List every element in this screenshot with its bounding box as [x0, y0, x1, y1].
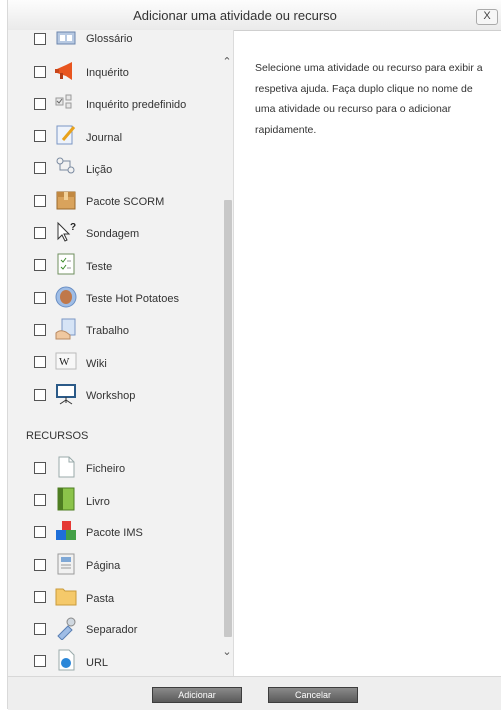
- item-label: Inquérito: [86, 67, 129, 79]
- list-item[interactable]: W Wiki: [8, 347, 223, 377]
- radio-option[interactable]: [34, 324, 46, 336]
- folder-icon: [55, 588, 77, 606]
- list-item[interactable]: Livro: [8, 485, 223, 515]
- add-button[interactable]: Adicionar: [152, 687, 242, 703]
- lesson-icon: [56, 157, 75, 174]
- item-label: Wiki: [86, 358, 107, 370]
- radio-option[interactable]: [34, 591, 46, 603]
- item-label: Glossário: [86, 33, 133, 45]
- radio-option[interactable]: [34, 623, 46, 635]
- list-item[interactable]: Página: [8, 550, 223, 580]
- svg-text:W: W: [59, 356, 70, 368]
- chevron-up-icon[interactable]: ⌃: [221, 55, 233, 68]
- item-label: Lição: [86, 164, 113, 176]
- item-label: Pacote SCORM: [86, 196, 165, 208]
- radio-option[interactable]: [34, 462, 46, 474]
- module-list-pane[interactable]: Glossário Inquérito Inquérito predefinid…: [8, 30, 234, 676]
- ims-package-icon: [56, 521, 76, 540]
- file-icon: [58, 456, 75, 478]
- scrollbar-thumb[interactable]: [224, 200, 232, 637]
- help-text: Selecione uma atividade ou recurso para …: [255, 62, 483, 136]
- radio-option[interactable]: [34, 494, 46, 506]
- list-item[interactable]: Teste: [8, 250, 223, 280]
- list-item[interactable]: Lição: [8, 153, 223, 183]
- glossary-icon: [56, 31, 76, 45]
- item-label: Ficheiro: [86, 463, 126, 475]
- list-item[interactable]: Ficheiro: [8, 453, 223, 483]
- list-item[interactable]: Pacote SCORM: [8, 186, 223, 216]
- list-item[interactable]: Journal: [8, 121, 223, 151]
- radio-option[interactable]: [34, 259, 46, 271]
- item-label: Teste Hot Potatoes: [86, 293, 179, 305]
- workshop-icon: [56, 384, 76, 405]
- list-item[interactable]: Teste Hot Potatoes: [8, 283, 223, 313]
- list-item[interactable]: Inquérito predefinido: [8, 89, 223, 119]
- item-label: Sondagem: [86, 228, 140, 240]
- dialog-title: Adicionar uma atividade ou recurso: [133, 8, 337, 23]
- list-item[interactable]: Glossário: [8, 30, 223, 54]
- item-label: Journal: [86, 132, 123, 144]
- radio-option[interactable]: [34, 227, 46, 239]
- book-icon: [57, 487, 75, 511]
- item-label: Pasta: [86, 593, 115, 605]
- list-item[interactable]: Inquérito: [8, 57, 223, 87]
- close-button[interactable]: X: [476, 9, 498, 25]
- item-label: Inquérito predefinido: [86, 99, 187, 111]
- radio-option[interactable]: [34, 33, 46, 45]
- scorm-package-icon: [56, 191, 76, 210]
- hotpotatoes-icon: [55, 286, 77, 308]
- item-label: Teste: [86, 261, 113, 273]
- radio-option[interactable]: [34, 389, 46, 401]
- chevron-down-icon[interactable]: ⌄: [221, 645, 233, 658]
- item-label: URL: [86, 657, 109, 669]
- megaphone-icon: [55, 62, 72, 80]
- list-item[interactable]: Trabalho: [8, 315, 223, 345]
- list-item[interactable]: Pasta: [8, 582, 223, 612]
- item-label: Separador: [86, 624, 138, 636]
- journal-icon: [56, 125, 76, 145]
- radio-option[interactable]: [34, 655, 46, 667]
- radio-option[interactable]: [34, 98, 46, 110]
- item-label: Pacote IMS: [86, 527, 143, 539]
- list-item[interactable]: URL: [8, 646, 223, 676]
- radio-option[interactable]: [34, 356, 46, 368]
- section-header-resources: RECURSOS: [26, 430, 89, 442]
- radio-option[interactable]: [34, 130, 46, 142]
- assignment-icon: [55, 318, 76, 340]
- label-icon: [57, 617, 76, 640]
- page-icon: [57, 553, 75, 575]
- list-item[interactable]: Separador: [8, 614, 223, 644]
- item-label: Trabalho: [86, 325, 130, 337]
- url-icon: [58, 649, 75, 671]
- cancel-button[interactable]: Cancelar: [268, 687, 358, 703]
- radio-option[interactable]: [34, 559, 46, 571]
- quiz-icon: [57, 253, 75, 275]
- list-item[interactable]: Pacote IMS: [8, 517, 223, 547]
- list-item[interactable]: Workshop: [8, 380, 223, 410]
- item-label: Página: [86, 560, 121, 572]
- survey-icon: [55, 94, 72, 109]
- dialog-titlebar: Adicionar uma atividade ou recurso X: [8, 0, 501, 31]
- choice-icon: ?: [57, 221, 76, 242]
- item-label: Livro: [86, 496, 110, 508]
- list-item[interactable]: ? Sondagem: [8, 218, 223, 248]
- add-activity-dialog: Adicionar uma atividade ou recurso X Glo…: [7, 0, 501, 710]
- dialog-footer: Adicionar Cancelar: [8, 676, 501, 710]
- wiki-icon: W: [55, 352, 77, 370]
- radio-option[interactable]: [34, 526, 46, 538]
- radio-option[interactable]: [34, 66, 46, 78]
- svg-text:?: ?: [70, 222, 76, 233]
- radio-option[interactable]: [34, 195, 46, 207]
- radio-option[interactable]: [34, 162, 46, 174]
- radio-option[interactable]: [34, 292, 46, 304]
- item-label: Workshop: [86, 390, 136, 402]
